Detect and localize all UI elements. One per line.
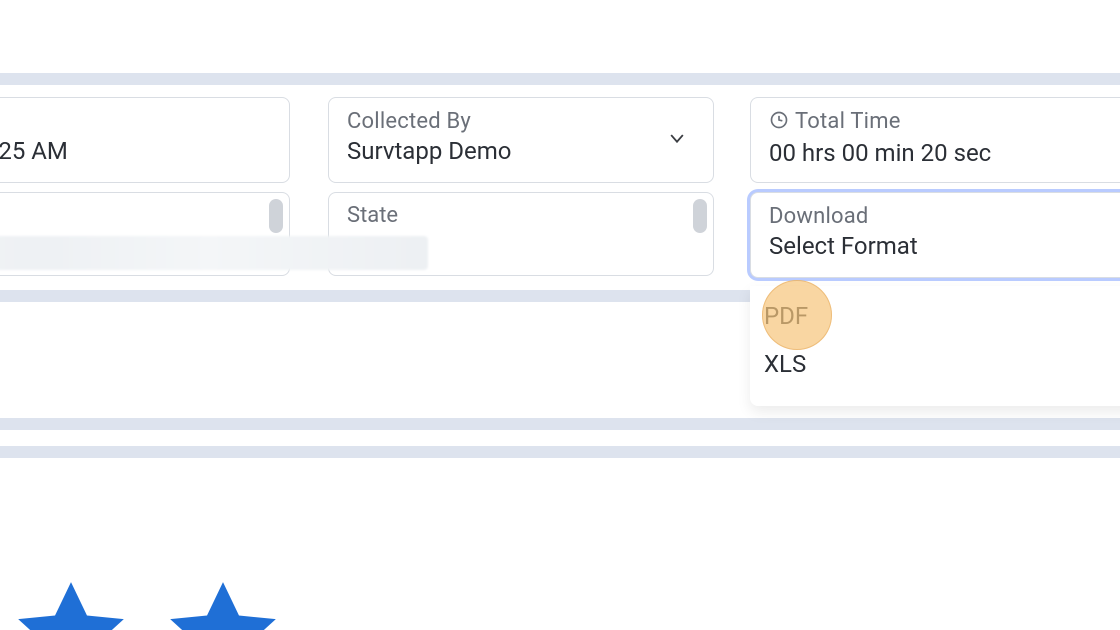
- divider: [0, 418, 1120, 430]
- download-placeholder: Select Format: [769, 233, 1120, 261]
- redacted-strip: [0, 236, 428, 270]
- date-field[interactable]: r Date -2023 11:25 AM: [0, 97, 290, 183]
- download-option-xls[interactable]: XLS: [750, 340, 1120, 388]
- date-label: r Date: [0, 110, 271, 134]
- collected-by-dropdown[interactable]: Collected By Survtapp Demo: [328, 97, 714, 183]
- total-time-value: 00 hrs 00 min 20 sec: [769, 140, 1120, 168]
- star-icon[interactable]: [6, 568, 136, 630]
- download-option-pdf[interactable]: PDF: [750, 292, 1120, 340]
- rating-area: [0, 458, 1120, 630]
- collected-by-value: Survtapp Demo: [347, 138, 695, 166]
- chevron-down-icon: [667, 128, 687, 148]
- download-label: Download: [769, 205, 1120, 229]
- download-dropdown-menu: PDF XLS: [750, 286, 1120, 406]
- date-value: -2023 11:25 AM: [0, 138, 271, 166]
- star-icon[interactable]: [158, 568, 288, 630]
- divider: [0, 446, 1120, 458]
- top-blank-area: [0, 0, 1120, 73]
- scrollbar-thumb[interactable]: [693, 199, 707, 233]
- download-dropdown[interactable]: Download Select Format: [750, 192, 1120, 278]
- clock-icon: [769, 110, 789, 136]
- total-time-label: Total Time: [769, 110, 1120, 136]
- total-time-label-text: Total Time: [795, 109, 901, 134]
- scrollbar-thumb[interactable]: [269, 199, 283, 233]
- divider: [0, 290, 750, 302]
- divider: [0, 73, 1120, 85]
- collected-by-label: Collected By: [347, 110, 695, 134]
- state-label: State: [347, 203, 695, 228]
- total-time-card: Total Time 00 hrs 00 min 20 sec: [750, 97, 1120, 183]
